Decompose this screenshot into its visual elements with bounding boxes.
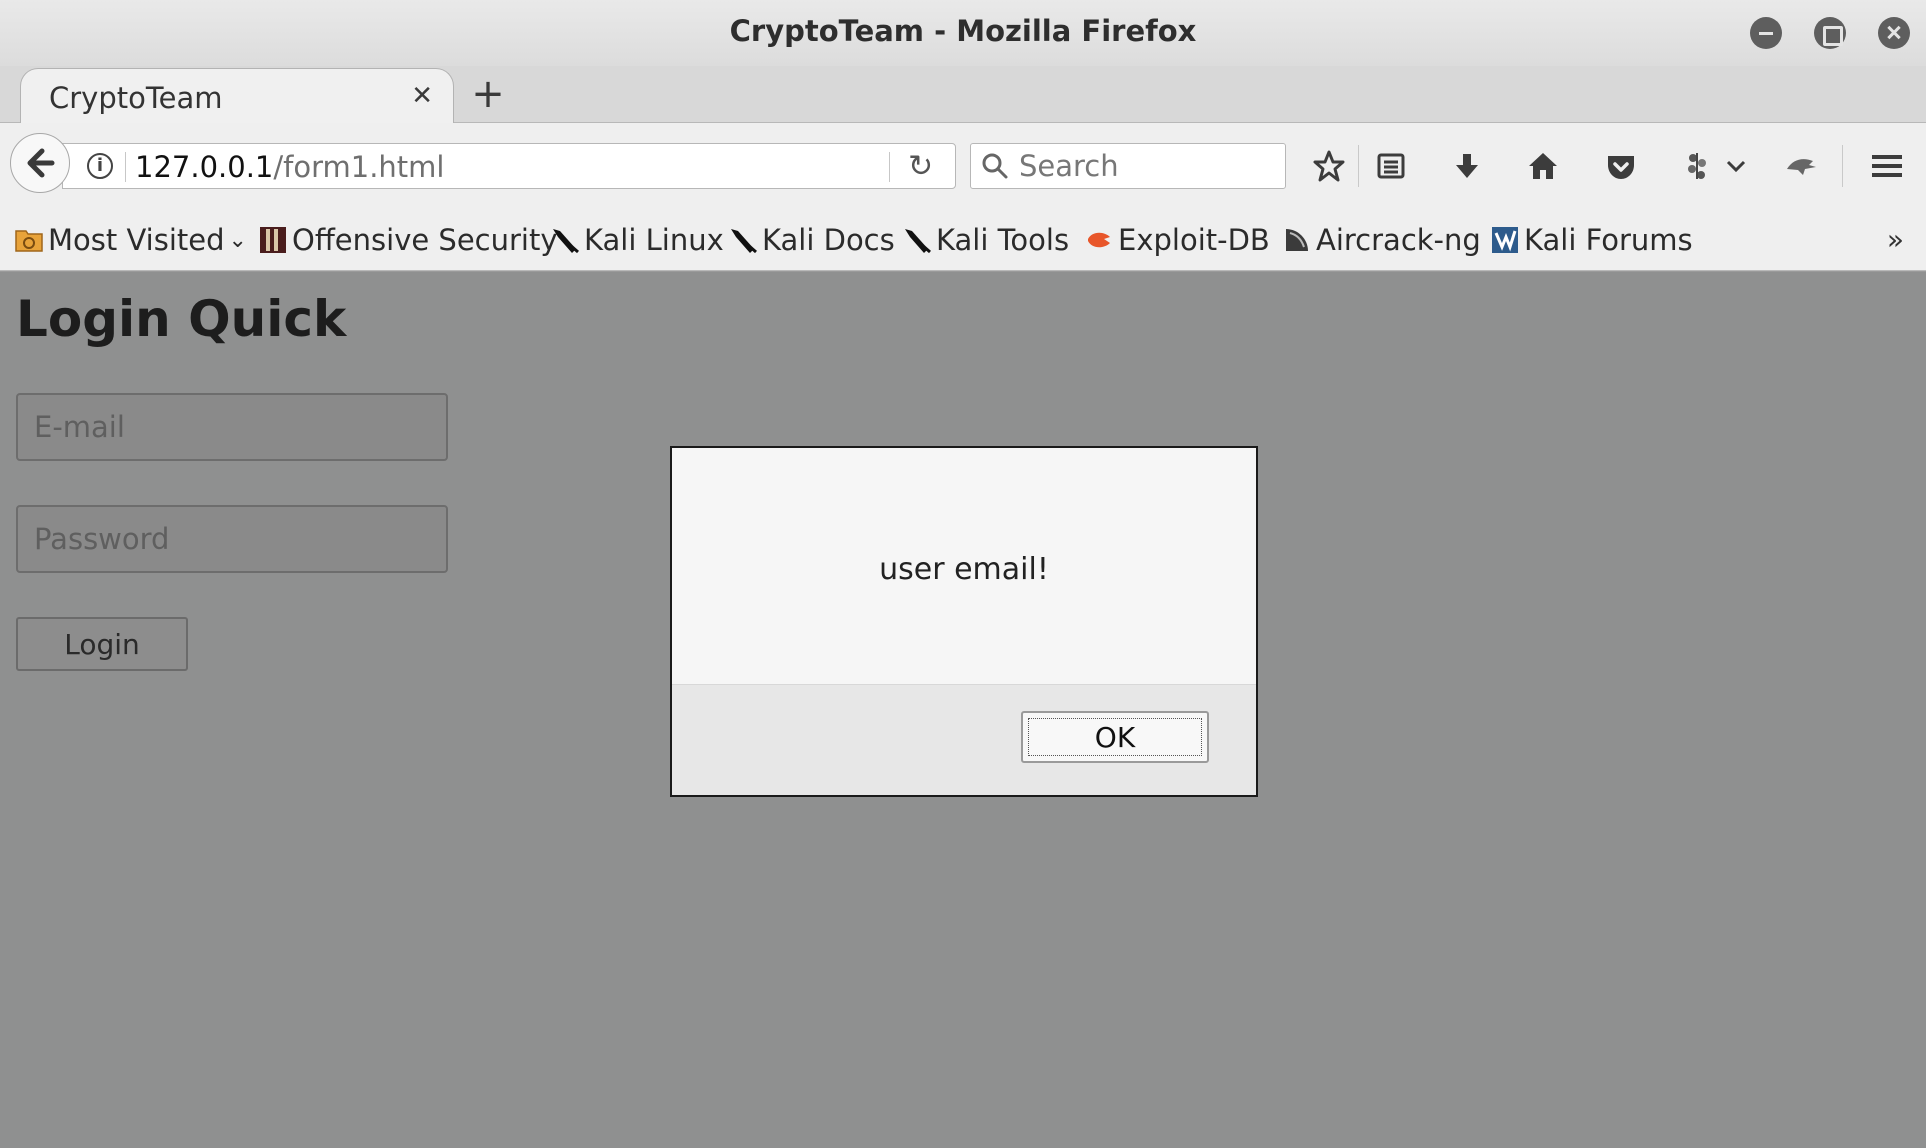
kali-dragon-icon xyxy=(553,229,579,254)
url-divider xyxy=(125,152,126,182)
home-icon[interactable] xyxy=(1522,145,1564,187)
alert-dialog: user email! OK xyxy=(670,446,1258,797)
bookmark-exploit-db[interactable]: Exploit-DB xyxy=(1084,219,1270,261)
ok-button[interactable]: OK xyxy=(1021,711,1209,763)
navigation-toolbar: i 127.0.0.1/form1.html ↻ xyxy=(0,123,1926,211)
back-icon xyxy=(27,148,55,178)
search-input[interactable] xyxy=(1017,144,1277,188)
bookmark-kali-linux[interactable]: Kali Linux xyxy=(550,219,724,261)
tab-cryptoteam[interactable]: CryptoTeam ✕ xyxy=(20,68,454,124)
login-button[interactable]: Login xyxy=(16,617,188,671)
bookmark-label: Kali Forums xyxy=(1524,223,1693,257)
url-bar[interactable]: i 127.0.0.1/form1.html ↻ xyxy=(62,143,956,189)
aircrack-icon xyxy=(1286,229,1308,251)
info-icon[interactable]: i xyxy=(87,153,113,179)
search-bar[interactable] xyxy=(970,143,1286,189)
url-divider-right xyxy=(889,152,890,182)
window-titlebar: CryptoTeam - Mozilla Firefox xyxy=(0,0,1926,66)
extension-icon[interactable] xyxy=(1676,145,1718,187)
maximize-icon[interactable] xyxy=(1814,17,1846,49)
kali-dragon-icon xyxy=(731,229,757,254)
kali-forums-icon xyxy=(1492,227,1518,253)
bookmarks-toolbar: Most Visited ⌄ Offensive Security Kali L… xyxy=(0,211,1926,271)
bookmark-most-visited[interactable]: Most Visited ⌄ xyxy=(14,219,247,261)
bookmark-kali-forums[interactable]: Kali Forums xyxy=(1490,219,1693,261)
reload-icon[interactable]: ↻ xyxy=(908,149,933,184)
toolbar-divider-2 xyxy=(1842,145,1843,187)
bookmark-kali-docs[interactable]: Kali Docs xyxy=(728,219,895,261)
bookmark-star-icon[interactable] xyxy=(1308,145,1350,187)
minimize-icon[interactable] xyxy=(1750,17,1782,49)
back-button[interactable] xyxy=(10,133,70,193)
new-tab-icon[interactable]: + xyxy=(468,70,508,118)
kali-dragon-icon xyxy=(905,229,931,254)
tab-label: CryptoTeam xyxy=(49,81,223,115)
tab-close-icon[interactable]: ✕ xyxy=(411,81,433,111)
offsec-icon xyxy=(260,227,286,253)
dropdown-icon[interactable] xyxy=(1722,145,1750,187)
window-title: CryptoTeam - Mozilla Firefox xyxy=(729,14,1197,48)
pocket-icon[interactable] xyxy=(1600,145,1642,187)
bookmark-kali-tools[interactable]: Kali Tools xyxy=(902,219,1069,261)
kali-icon[interactable] xyxy=(1780,145,1822,187)
toolbar-divider xyxy=(1358,145,1359,187)
tab-strip: CryptoTeam ✕ + xyxy=(0,66,1926,124)
url-text[interactable]: 127.0.0.1/form1.html xyxy=(135,150,444,184)
bookmark-label: Exploit-DB xyxy=(1118,223,1270,257)
bookmark-label: Kali Linux xyxy=(584,223,724,257)
close-window-icon[interactable] xyxy=(1878,17,1910,49)
url-host: 127.0.0.1 xyxy=(135,150,274,184)
bookmark-label: Aircrack-ng xyxy=(1316,223,1481,257)
page-title: Login Quick xyxy=(16,290,347,348)
url-path: /form1.html xyxy=(273,150,445,184)
password-field[interactable] xyxy=(16,505,448,573)
bookmarks-overflow-icon[interactable]: » xyxy=(1887,223,1904,256)
reading-list-icon[interactable] xyxy=(1370,145,1412,187)
bookmark-offensive-security[interactable]: Offensive Security xyxy=(258,219,558,261)
bookmark-label: Kali Tools xyxy=(936,223,1070,257)
alert-message: user email! xyxy=(879,552,1049,587)
chevron-down-icon: ⌄ xyxy=(228,227,247,253)
alert-footer: OK xyxy=(672,684,1256,795)
bookmark-label: Offensive Security xyxy=(292,223,558,257)
folder-icon xyxy=(15,230,43,252)
bookmark-aircrack-ng[interactable]: Aircrack-ng xyxy=(1282,219,1481,261)
search-icon xyxy=(982,153,1008,179)
exploitdb-icon xyxy=(1088,232,1110,248)
email-field[interactable] xyxy=(16,393,448,461)
bookmark-label: Kali Docs xyxy=(762,223,895,257)
menu-icon[interactable] xyxy=(1866,145,1908,187)
download-icon[interactable] xyxy=(1446,145,1488,187)
bookmark-label: Most Visited xyxy=(48,223,225,257)
